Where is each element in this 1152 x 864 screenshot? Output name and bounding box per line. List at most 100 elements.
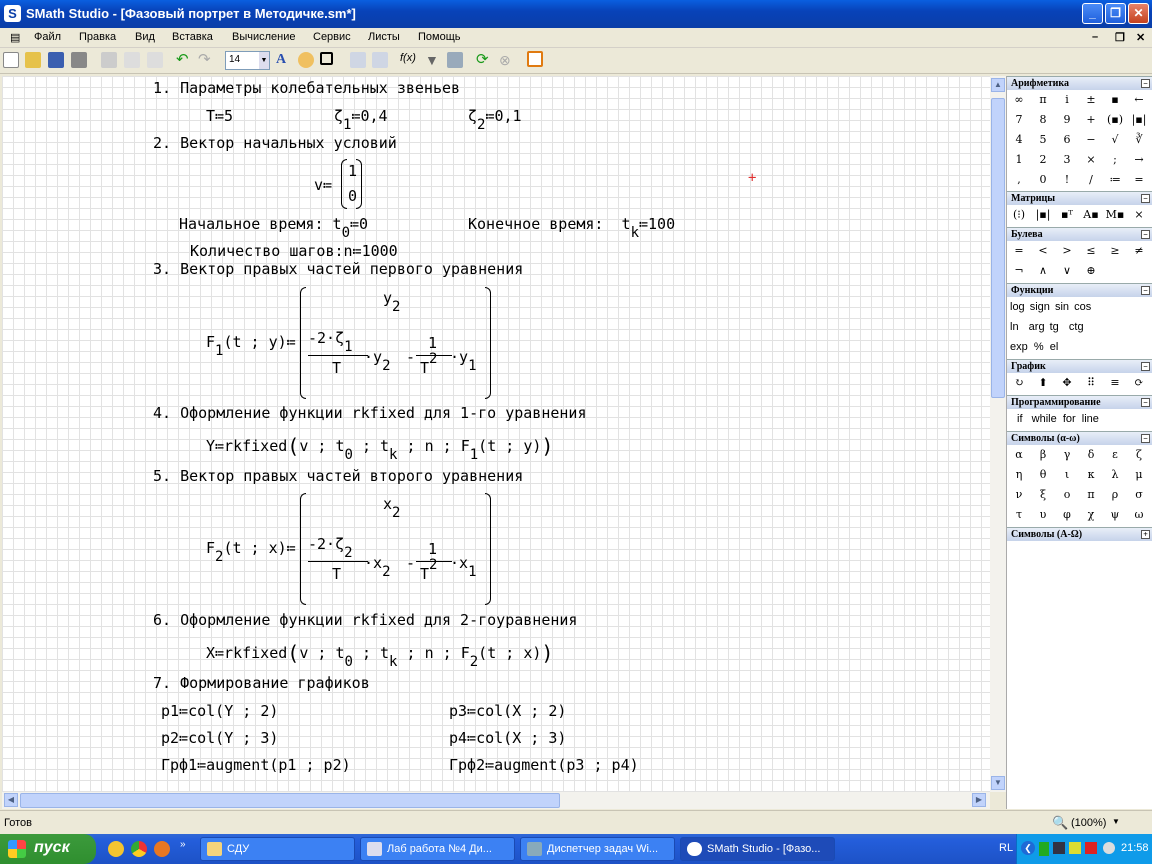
- greek-key-21[interactable]: χ: [1079, 505, 1103, 525]
- greek-key-22[interactable]: ψ: [1103, 505, 1127, 525]
- arith-key-11[interactable]: |▪|: [1127, 110, 1151, 130]
- undo-icon[interactable]: ↶: [176, 52, 192, 68]
- greek-key-19[interactable]: υ: [1031, 505, 1055, 525]
- open-icon[interactable]: [25, 52, 41, 68]
- paste-icon[interactable]: [147, 52, 163, 68]
- menu-insert[interactable]: Вставка: [172, 31, 213, 43]
- programming-row[interactable]: if while for line: [1017, 409, 1099, 429]
- lang-indicator[interactable]: RL: [999, 842, 1013, 854]
- menu-file[interactable]: Файл: [34, 31, 61, 43]
- bool-key-2[interactable]: >: [1055, 241, 1079, 261]
- greek-key-8[interactable]: ι: [1055, 465, 1079, 485]
- align-icon[interactable]: [350, 52, 366, 68]
- bool-key-1[interactable]: <: [1031, 241, 1055, 261]
- close-button[interactable]: ✕: [1128, 3, 1149, 24]
- doc-icon[interactable]: ▤: [10, 31, 20, 44]
- chevron-down-icon[interactable]: ▼: [259, 52, 269, 69]
- scroll-thumb[interactable]: [20, 793, 560, 808]
- functions-row-1[interactable]: log sign sin cos: [1010, 297, 1091, 317]
- functions-row-3[interactable]: exp % el: [1010, 337, 1058, 357]
- scroll-left-icon[interactable]: ◀: [4, 793, 18, 807]
- clock[interactable]: 21:58: [1121, 842, 1149, 854]
- network-icon[interactable]: [1053, 842, 1065, 854]
- maximize-button[interactable]: ❐: [1105, 3, 1126, 24]
- bool-key-6[interactable]: ¬: [1007, 261, 1031, 281]
- function-icon[interactable]: f(x): [400, 52, 422, 68]
- greek-key-12[interactable]: ν: [1007, 485, 1031, 505]
- section-2-heading[interactable]: 2. Вектор начальных условий: [153, 134, 397, 152]
- zoom-level[interactable]: (100%): [1071, 817, 1106, 829]
- bool-key-7[interactable]: ∧: [1031, 261, 1055, 281]
- matrix-element-icon[interactable]: M▪: [1103, 205, 1127, 225]
- greek-key-6[interactable]: η: [1007, 465, 1031, 485]
- quicklaunch-icon[interactable]: [108, 841, 124, 857]
- greek-key-10[interactable]: λ: [1103, 465, 1127, 485]
- functions-row-2[interactable]: ln arg tg ctg: [1010, 317, 1084, 337]
- tray-app-icon[interactable]: [1039, 842, 1049, 856]
- expr-p2[interactable]: p2≔col(Y ; 3): [161, 729, 278, 747]
- section-6-heading[interactable]: 6. Оформление функции rkfixed для 2-гоур…: [153, 611, 577, 629]
- scale-icon[interactable]: ⬆: [1031, 373, 1055, 393]
- bool-key-5[interactable]: ≠: [1127, 241, 1151, 261]
- greek-key-7[interactable]: θ: [1031, 465, 1055, 485]
- rkfixed-Y[interactable]: Y≔rkfixed(v ; t0 ; tk ; n ; F1(t ; y)): [206, 432, 553, 463]
- scroll-right-icon[interactable]: ▶: [972, 793, 986, 807]
- panel-header-greek-upper[interactable]: Символы (Α-Ω) +: [1007, 527, 1152, 541]
- scroll-down-icon[interactable]: ▼: [991, 776, 1005, 790]
- tray-arrow-icon[interactable]: ❮: [1021, 841, 1035, 855]
- greek-key-20[interactable]: φ: [1055, 505, 1079, 525]
- determinant-icon[interactable]: |▪|: [1031, 205, 1055, 225]
- transpose-icon[interactable]: ▪ᵀ: [1055, 205, 1079, 225]
- arith-key-19[interactable]: 2: [1031, 150, 1055, 170]
- expr-p4[interactable]: p4≔col(X ; 3): [449, 729, 566, 747]
- arith-key-8[interactable]: 9: [1055, 110, 1079, 130]
- task-sdu[interactable]: СДУ: [200, 837, 355, 861]
- arith-key-12[interactable]: 4: [1007, 130, 1031, 150]
- panel-toggle-icon[interactable]: [527, 51, 543, 67]
- menu-calc[interactable]: Вычисление: [232, 31, 296, 43]
- rotate-icon[interactable]: ↻: [1007, 373, 1031, 393]
- move-icon[interactable]: ✥: [1055, 373, 1079, 393]
- menu-tools[interactable]: Сервис: [313, 31, 351, 43]
- bool-key-4[interactable]: ≥: [1103, 241, 1127, 261]
- bool-key-9[interactable]: ⊕: [1079, 261, 1103, 281]
- arith-key-6[interactable]: 7: [1007, 110, 1031, 130]
- adjoint-icon[interactable]: A▪: [1079, 205, 1103, 225]
- greek-key-5[interactable]: ζ: [1127, 445, 1151, 465]
- arith-key-5[interactable]: ←: [1127, 90, 1151, 110]
- save-icon[interactable]: [48, 52, 64, 68]
- arith-key-29[interactable]: =: [1127, 170, 1151, 190]
- menu-edit[interactable]: Правка: [79, 31, 116, 43]
- greek-key-9[interactable]: κ: [1079, 465, 1103, 485]
- arith-key-21[interactable]: ×: [1079, 150, 1103, 170]
- panel-header-matrices[interactable]: Матрицы −: [1007, 191, 1152, 205]
- vertical-scrollbar[interactable]: ▲ ▼: [990, 76, 1006, 792]
- expr-p3[interactable]: p3≔col(X ; 2): [449, 702, 566, 720]
- horizontal-scrollbar[interactable]: ◀ ▶: [2, 792, 990, 809]
- bool-key-8[interactable]: ∨: [1055, 261, 1079, 281]
- expr-grf2[interactable]: Грф2≔augment(p3 ; p4): [449, 756, 639, 774]
- firefox-icon[interactable]: [154, 841, 170, 857]
- worksheet[interactable]: 1. Параметры колебательных звеньев T≔5 ζ…: [2, 76, 990, 792]
- panel-header-greek-lower[interactable]: Символы (α-ω) −: [1007, 431, 1152, 445]
- arith-key-20[interactable]: 3: [1055, 150, 1079, 170]
- bool-key-0[interactable]: =: [1007, 241, 1031, 261]
- points-icon[interactable]: ⠿: [1079, 373, 1103, 393]
- func-F2-name[interactable]: F2(t ; x)≔: [206, 539, 296, 565]
- var-t0[interactable]: Начальное время: t0≔0: [179, 215, 368, 241]
- arith-key-14[interactable]: 6: [1055, 130, 1079, 150]
- tray-app-icon[interactable]: [1085, 842, 1097, 854]
- arith-key-28[interactable]: ≔: [1103, 170, 1127, 190]
- arith-key-3[interactable]: ±: [1079, 90, 1103, 110]
- greek-key-17[interactable]: σ: [1127, 485, 1151, 505]
- var-zeta1[interactable]: ζ1≔0,4: [334, 107, 388, 133]
- greek-key-3[interactable]: δ: [1079, 445, 1103, 465]
- zoom-chevron-icon[interactable]: ▼: [1112, 817, 1120, 826]
- mdi-minimize-icon[interactable]: –: [1092, 31, 1098, 43]
- arith-key-23[interactable]: →: [1127, 150, 1151, 170]
- expr-grf1[interactable]: Грф1≔augment(p1 ; p2): [161, 756, 351, 774]
- arith-key-15[interactable]: −: [1079, 130, 1103, 150]
- arith-key-24[interactable]: ,: [1007, 170, 1031, 190]
- greek-key-4[interactable]: ε: [1103, 445, 1127, 465]
- section-5-heading[interactable]: 5. Вектор правых частей второго уравнени…: [153, 467, 523, 485]
